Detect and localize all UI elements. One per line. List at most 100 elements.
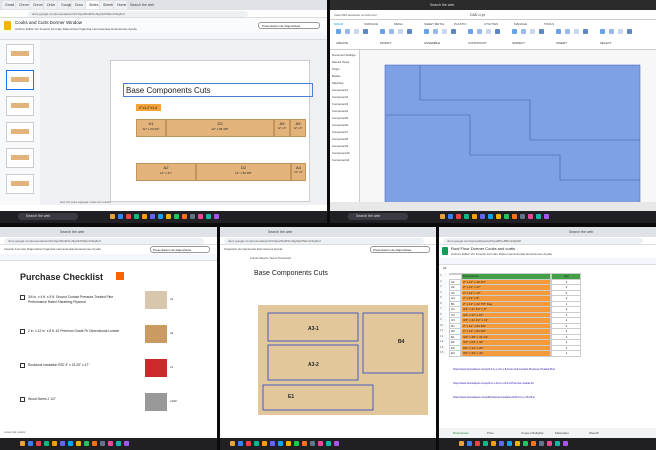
table-cell[interactable] [449,273,461,275]
taskbar-app-icon[interactable] [134,214,139,219]
browser-item[interactable]: Component10 [332,151,359,155]
ribbon-tool-icon[interactable] [354,29,359,34]
taskbar-app-icon[interactable] [68,441,73,446]
menu-bar[interactable]: Archivo Editar Ver Insertar Formato Diap… [15,27,137,31]
taskbar-app-icon[interactable] [520,214,525,219]
taskbar-app-icon[interactable] [36,441,41,446]
ribbon-tool-icon[interactable] [398,29,403,34]
taskbar-app-icon[interactable] [246,441,251,446]
ribbon-tab[interactable]: TOOLS [544,22,554,26]
search-bar-top[interactable]: Search the web [60,230,84,234]
taskbar-app-icon[interactable] [496,214,501,219]
menu-bar[interactable]: Archivo Editar Ver Insertar Formato Dato… [451,252,552,256]
cut-diagram[interactable] [258,305,428,415]
taskbar-app-icon[interactable] [126,214,131,219]
browser-tab[interactable]: Drive [44,1,57,9]
taskbar-app-icon[interactable] [480,214,485,219]
taskbar-app-icon[interactable] [182,214,187,219]
cad-timeline[interactable] [330,202,656,211]
taskbar-app-icon[interactable] [28,441,33,446]
ribbon-tab[interactable]: PLASTIC [454,22,467,26]
taskbar-app-icon[interactable] [440,214,445,219]
browser-item[interactable]: Component1 [332,88,359,92]
checkbox[interactable] [20,397,25,402]
taskbar-app-icon[interactable] [459,441,464,446]
taskbar-app-icon[interactable] [464,214,469,219]
taskbar-app-icon[interactable] [278,441,283,446]
taskbar-app-icon[interactable] [174,214,179,219]
taskbar-app-icon[interactable] [150,214,155,219]
ribbon-tab[interactable]: MESH [394,22,403,26]
ribbon-group-label[interactable]: ASSEMBLE [424,41,440,45]
taskbar-app-icon[interactable] [499,441,504,446]
slide-page[interactable]: Base Components Cuts A3-1 B4 A3-2 E1 [248,265,434,430]
browser-tab[interactable]: Gmail [2,1,15,9]
ribbon-group-label[interactable]: CREATE [336,41,348,45]
checkbox[interactable] [20,329,25,334]
taskbar-app-icon[interactable] [116,441,121,446]
taskbar-app-icon[interactable] [310,441,315,446]
url-field[interactable]: docs.google.com/presentation/d/1YapwSbd0… [28,11,248,17]
ribbon-tool-icon[interactable] [495,29,500,34]
slide-title[interactable]: Purchase Checklist [20,272,103,282]
doc-title[interactable]: Cooks and Curts Dormer Window [15,20,82,25]
taskbar-app-icon[interactable] [108,441,113,446]
taskbar-app-icon[interactable] [262,441,267,446]
browser-tab[interactable]: Chrome [16,1,29,9]
browser-item[interactable]: Component8 [332,137,359,141]
menu-bar[interactable]: Insertar Formato Diapositiva Organizar H… [4,247,101,251]
browser-item[interactable]: Sketches [332,81,359,85]
taskbar-app-icon[interactable] [563,441,568,446]
ribbon-tool-icon[interactable] [486,29,491,34]
ribbon-tool-icon[interactable] [442,29,447,34]
slide-thumbnail[interactable] [6,96,34,116]
browser-item[interactable]: Component5 [332,116,359,120]
ribbon-group-label[interactable]: INSPECT [512,41,525,45]
ribbon-tool-icon[interactable] [609,29,614,34]
taskbar-app-icon[interactable] [488,214,493,219]
taskbar-app-icon[interactable] [504,214,509,219]
cad-viewport[interactable] [360,50,656,210]
taskbar-app-icon[interactable] [92,441,97,446]
slide-thumbnail[interactable] [6,148,34,168]
ribbon-tool-icon[interactable] [627,29,632,34]
ribbon-tool-icon[interactable] [407,29,412,34]
ribbon-tool-icon[interactable] [600,29,605,34]
taskbar-app-icon[interactable] [238,441,243,446]
sheet-tab[interactable]: Sheet5 [589,431,599,435]
sheet-tab[interactable]: Price [487,431,494,435]
taskbar-app-icon[interactable] [531,441,536,446]
cell-reference[interactable]: A1 [443,266,447,270]
slide-thumbnail[interactable] [6,70,34,90]
search-bar-top[interactable]: Search the web [130,3,154,7]
ribbon-tab[interactable]: UTILITIES [484,22,498,26]
browser-item[interactable]: Bodies [332,74,359,78]
product-link[interactable]: https://www.homedepot.com/p/3-4-in-x-4-f… [453,368,648,371]
taskbar-app-icon[interactable] [230,441,235,446]
browser-item[interactable]: Component7 [332,130,359,134]
taskbar-app-icon[interactable] [286,441,291,446]
taskbar-app-icon[interactable] [507,441,512,446]
ribbon-group-label[interactable]: SELECT [600,41,612,45]
menu-bar[interactable]: Organizar Herramientas Extensiones Ayuda [224,247,282,251]
editor-toolbar[interactable] [439,258,656,265]
taskbar-app-icon[interactable] [100,441,105,446]
taskbar-app-icon[interactable] [254,441,259,446]
slide-thumbnail[interactable] [6,44,34,64]
slide-page[interactable]: Base Components Cuts 2"x12"x14' A1 12" x… [110,60,313,202]
taskbar-app-icon[interactable] [214,214,219,219]
taskbar-app-icon[interactable] [158,214,163,219]
format-toolbar[interactable]: Fondo Diseño Tema Transición [250,256,291,260]
ribbon-tool-icon[interactable] [521,29,526,34]
taskbar-app-icon[interactable] [166,214,171,219]
table-cell[interactable]: E4 [449,350,461,357]
browser-item[interactable]: Component11 [332,158,359,162]
taskbar-app-icon[interactable] [142,214,147,219]
ribbon-tool-icon[interactable] [539,29,544,34]
slideshow-button[interactable]: Presentación de diapositivas [370,246,430,253]
taskbar-app-icon[interactable] [190,214,195,219]
sheet-tab[interactable]: Dimensions [453,431,469,435]
product-link[interactable]: https://www.homedepot.com/p/2-in-x-12-in… [453,382,648,385]
speaker-notes[interactable]: notas del orador [4,430,26,434]
browser-item[interactable]: Component4 [332,109,359,113]
